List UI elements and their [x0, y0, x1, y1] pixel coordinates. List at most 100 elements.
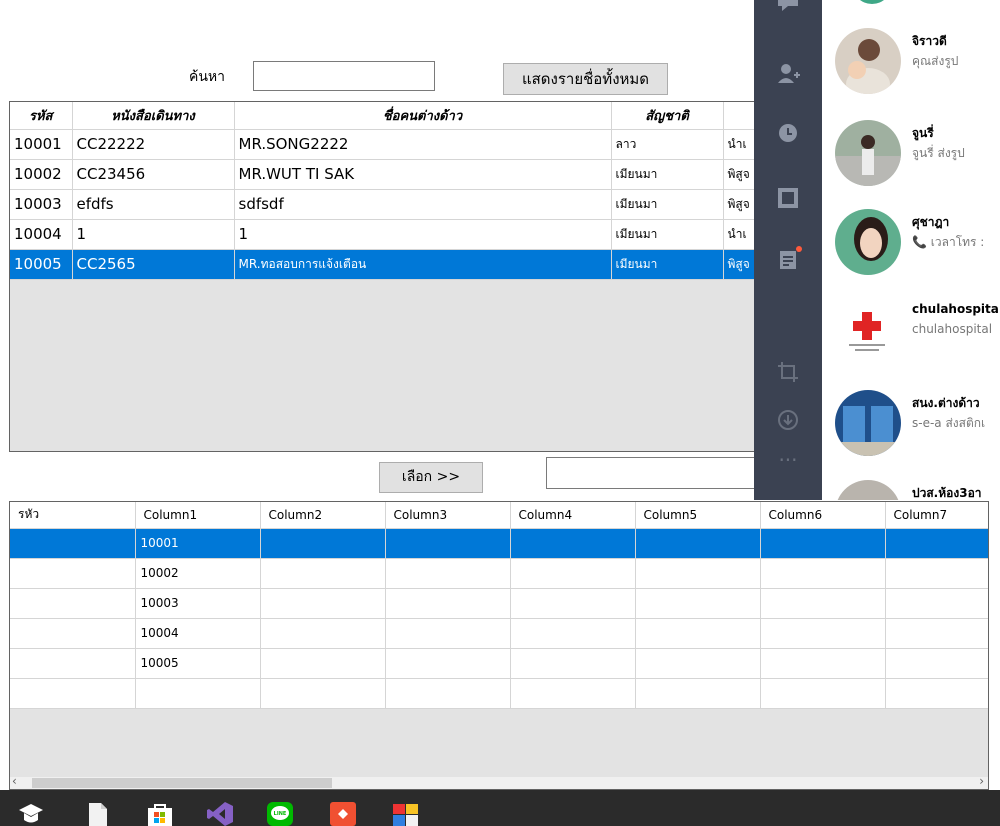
store-icon[interactable]: [147, 802, 173, 826]
table-row[interactable]: 10005: [10, 648, 988, 679]
cell[interactable]: [10, 588, 136, 619]
header-column7[interactable]: Column7: [885, 502, 988, 529]
cell[interactable]: 1: [234, 219, 612, 250]
cell[interactable]: 10004: [135, 618, 261, 649]
chat-item[interactable]: ปวส.ห้อง3อา: [822, 480, 1000, 500]
cell[interactable]: [510, 558, 636, 589]
cell[interactable]: 10003: [135, 588, 261, 619]
chat-list[interactable]: จิราวดี คุณส่งรูป จูนรี่ จูนรี่ ส่งรูป ศ…: [822, 0, 1000, 500]
chat-item[interactable]: สนง.ต่างด้าว s-e-a ส่งสติกเ: [822, 390, 1000, 470]
table-row[interactable]: [10, 678, 988, 709]
timeline-icon[interactable]: [776, 246, 802, 272]
cell[interactable]: [635, 588, 761, 619]
header-column3[interactable]: Column3: [385, 502, 511, 529]
visual-studio-icon[interactable]: [207, 802, 233, 826]
graduation-cap-icon[interactable]: [18, 802, 44, 826]
cell[interactable]: 1: [72, 219, 235, 250]
table-row[interactable]: 10003: [10, 588, 988, 619]
cell[interactable]: [760, 618, 886, 649]
cell[interactable]: [635, 678, 761, 709]
cell[interactable]: efdfs: [72, 189, 235, 220]
cell[interactable]: [510, 678, 636, 709]
cell[interactable]: เมียนมา: [611, 219, 724, 250]
cell[interactable]: [885, 618, 988, 649]
table-row[interactable]: 10003 efdfs sdfsdf เมียนมา พิสูจ: [10, 189, 768, 220]
line-icon[interactable]: LINE: [267, 802, 293, 826]
scrollbar-thumb[interactable]: [32, 778, 332, 788]
scroll-right-icon[interactable]: ›: [979, 774, 984, 788]
cell[interactable]: [10, 528, 136, 559]
header-code[interactable]: รหัส: [10, 102, 73, 130]
cell[interactable]: [260, 648, 386, 679]
cell[interactable]: [885, 558, 988, 589]
cell[interactable]: เมียนมา: [611, 189, 724, 220]
cell[interactable]: [635, 618, 761, 649]
chat-icon[interactable]: [776, 0, 800, 16]
cell[interactable]: 10002: [135, 558, 261, 589]
table-row[interactable]: 10004: [10, 618, 988, 649]
cell[interactable]: [260, 558, 386, 589]
cell[interactable]: [385, 588, 511, 619]
table-row-selected[interactable]: 10001: [10, 528, 988, 559]
cell[interactable]: เมียนมา: [611, 159, 724, 190]
table-row[interactable]: 10002 CC23456 MR.WUT TI SAK เมียนมา พิสู…: [10, 159, 768, 190]
more-icon[interactable]: ···: [776, 448, 800, 472]
cell[interactable]: MR.SONG2222: [234, 129, 612, 160]
table-row[interactable]: 10004 1 1 เมียนมา นำเ: [10, 219, 768, 250]
header-code[interactable]: รหัว: [10, 502, 136, 529]
cell[interactable]: 10001: [135, 528, 261, 559]
select-button[interactable]: เลือก >>: [379, 462, 483, 493]
horizontal-scrollbar[interactable]: ‹ ›: [10, 774, 988, 789]
cell[interactable]: CC23456: [72, 159, 235, 190]
cell[interactable]: 10001: [10, 129, 73, 160]
show-all-button[interactable]: แสดงรายชื่อทั้งหมด: [503, 63, 668, 95]
cell[interactable]: 10003: [10, 189, 73, 220]
cell[interactable]: [510, 618, 636, 649]
table-row-selected[interactable]: 10005 CC2565 MR.ทอสอบการแจ้งเตือน เมียนม…: [10, 249, 768, 280]
cell[interactable]: [10, 678, 136, 709]
crop-icon[interactable]: [776, 360, 800, 384]
selected-value-field[interactable]: [546, 457, 771, 489]
cell[interactable]: [760, 528, 886, 559]
selection-grid[interactable]: รหัว Column1 Column2 Column3 Column4 Col…: [9, 501, 989, 790]
header-column2[interactable]: Column2: [260, 502, 386, 529]
cell[interactable]: [885, 678, 988, 709]
note-icon[interactable]: [776, 186, 800, 210]
cell[interactable]: [635, 558, 761, 589]
cell[interactable]: [260, 618, 386, 649]
cell[interactable]: [510, 588, 636, 619]
cell[interactable]: [760, 648, 886, 679]
cell[interactable]: [385, 618, 511, 649]
cell[interactable]: [885, 588, 988, 619]
header-column5[interactable]: Column5: [635, 502, 761, 529]
cell[interactable]: 10005: [135, 648, 261, 679]
cell[interactable]: [760, 558, 886, 589]
cell[interactable]: [885, 648, 988, 679]
foreigner-grid[interactable]: รหัส หนังสือเดินทาง ชื่อคนต่างด้าว สัญชา…: [9, 101, 769, 452]
app-tiles-icon[interactable]: [393, 802, 419, 826]
header-column6[interactable]: Column6: [760, 502, 886, 529]
cell[interactable]: [10, 648, 136, 679]
cell[interactable]: CC22222: [72, 129, 235, 160]
chat-item[interactable]: จิราวดี คุณส่งรูป: [822, 28, 1000, 108]
cell[interactable]: [385, 558, 511, 589]
cell[interactable]: [260, 528, 386, 559]
cell[interactable]: MR.WUT TI SAK: [234, 159, 612, 190]
header-column4[interactable]: Column4: [510, 502, 636, 529]
search-input[interactable]: [253, 61, 435, 91]
download-icon[interactable]: [776, 408, 800, 432]
table-row[interactable]: 10001 CC22222 MR.SONG2222 ลาว นำเ: [10, 129, 768, 160]
header-column1[interactable]: Column1: [135, 502, 261, 529]
file-icon[interactable]: [85, 802, 111, 826]
cell[interactable]: [510, 528, 636, 559]
header-nationality[interactable]: สัญชาติ: [611, 102, 724, 130]
table-row[interactable]: 10002: [10, 558, 988, 589]
cell[interactable]: [760, 678, 886, 709]
cell[interactable]: [885, 528, 988, 559]
chat-item[interactable]: ศุชาฎา 📞 เวลาโทร :: [822, 209, 1000, 289]
cell[interactable]: MR.ทอสอบการแจ้งเตือน: [234, 249, 612, 280]
cell[interactable]: [385, 648, 511, 679]
clock-icon[interactable]: [776, 121, 800, 145]
add-friend-icon[interactable]: [776, 61, 800, 85]
cell[interactable]: 10004: [10, 219, 73, 250]
